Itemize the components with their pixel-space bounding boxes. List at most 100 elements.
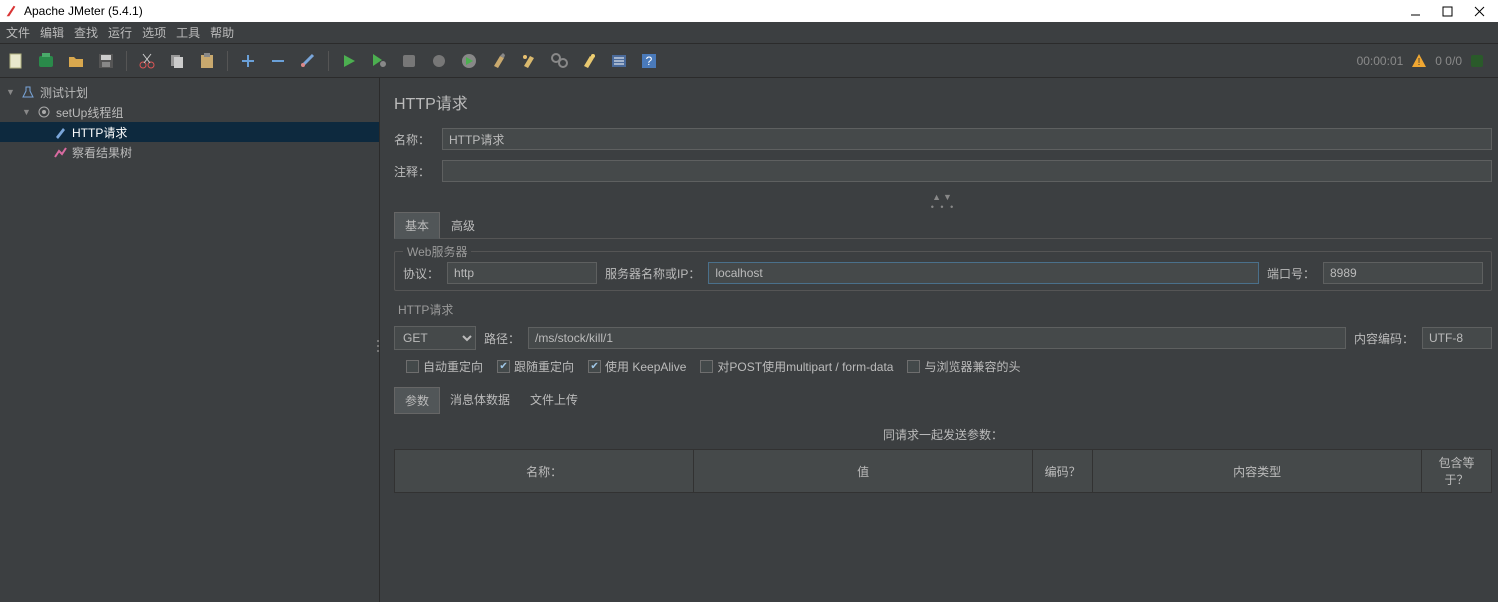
function-helper-icon[interactable] <box>607 49 631 73</box>
clear-icon[interactable] <box>487 49 511 73</box>
elapsed-time: 00:00:01 <box>1357 54 1404 68</box>
start-icon[interactable] <box>337 49 361 73</box>
subtab-upload[interactable]: 文件上传 <box>520 387 588 414</box>
tree-thread-group-label: setUp线程组 <box>56 104 123 121</box>
http-request-group: HTTP请求 GET 路径： 内容编码： 自动重定向 ✔跟随重定向 ✔使用 Ke… <box>394 301 1492 375</box>
remote-start-icon[interactable] <box>457 49 481 73</box>
tree-view-results[interactable]: 察看结果树 <box>0 142 379 162</box>
toolbar: ? 00:00:01 ! 0 0/0 <box>0 44 1498 78</box>
drag-handle[interactable]: • • • <box>394 202 1492 212</box>
tree-test-plan-label: 测试计划 <box>40 84 88 101</box>
svg-text:?: ? <box>646 54 653 68</box>
toggle-icon[interactable] <box>296 49 320 73</box>
menu-edit[interactable]: 编辑 <box>40 24 64 41</box>
menu-search[interactable]: 查找 <box>74 24 98 41</box>
web-server-group: Web服务器 协议： 服务器名称或IP： 端口号： <box>394 251 1492 291</box>
http-request-label: HTTP请求 <box>398 301 1492 318</box>
port-input[interactable] <box>1323 262 1483 284</box>
auto-redirect-checkbox[interactable]: 自动重定向 <box>406 358 483 375</box>
port-label: 端口号： <box>1267 265 1315 282</box>
config-tabs: 基本 高级 <box>394 212 1492 239</box>
server-input[interactable] <box>708 262 1259 284</box>
keepalive-checkbox[interactable]: ✔使用 KeepAlive <box>588 358 686 375</box>
titlebar: Apache JMeter (5.4.1) <box>0 0 1498 22</box>
warning-icon[interactable]: ! <box>1411 53 1427 69</box>
path-label: 路径： <box>484 330 520 347</box>
run-indicator-icon <box>1470 54 1484 68</box>
svg-text:!: ! <box>1418 57 1421 68</box>
web-server-label: Web服务器 <box>403 243 471 260</box>
collapse-handle[interactable]: ▲▼ <box>394 192 1492 202</box>
method-select[interactable]: GET <box>394 326 476 350</box>
path-input[interactable] <box>528 327 1346 349</box>
col-name[interactable]: 名称： <box>395 450 694 493</box>
save-icon[interactable] <box>94 49 118 73</box>
gear-icon <box>36 104 52 120</box>
minimize-button[interactable] <box>1408 4 1422 18</box>
expand-icon[interactable] <box>236 49 260 73</box>
menu-run[interactable]: 运行 <box>108 24 132 41</box>
menubar: 文件 编辑 查找 运行 选项 工具 帮助 <box>0 22 1498 44</box>
protocol-label: 协议： <box>403 265 439 282</box>
test-plan-tree[interactable]: ▼ 测试计划 ▼ setUp线程组 HTTP请求 察看结果树 <box>0 78 380 602</box>
name-input[interactable] <box>442 128 1492 150</box>
reset-search-icon[interactable] <box>577 49 601 73</box>
maximize-button[interactable] <box>1440 4 1454 18</box>
menu-file[interactable]: 文件 <box>6 24 30 41</box>
name-label: 名称： <box>394 131 434 148</box>
search-icon[interactable] <box>547 49 571 73</box>
menu-options[interactable]: 选项 <box>142 24 166 41</box>
copy-icon[interactable] <box>165 49 189 73</box>
splitter-handle[interactable] <box>376 340 380 360</box>
tree-view-results-label: 察看结果树 <box>72 144 132 161</box>
chevron-down-icon[interactable]: ▼ <box>6 87 16 97</box>
thread-counts: 0 0/0 <box>1435 54 1462 68</box>
stop-icon[interactable] <box>397 49 421 73</box>
menu-tools[interactable]: 工具 <box>176 24 200 41</box>
tree-test-plan[interactable]: ▼ 测试计划 <box>0 82 379 102</box>
col-encode[interactable]: 编码？ <box>1033 450 1093 493</box>
tab-advanced[interactable]: 高级 <box>440 212 486 238</box>
col-ctype[interactable]: 内容类型 <box>1093 450 1422 493</box>
start-no-pause-icon[interactable] <box>367 49 391 73</box>
cut-icon[interactable] <box>135 49 159 73</box>
params-title: 同请求一起发送参数： <box>394 426 1492 443</box>
editor-title: HTTP请求 <box>394 90 1492 114</box>
col-include[interactable]: 包含等于？ <box>1422 450 1492 493</box>
tree-thread-group[interactable]: ▼ setUp线程组 <box>0 102 379 122</box>
col-value[interactable]: 值 <box>694 450 1033 493</box>
comment-label: 注释： <box>394 163 434 180</box>
pipette-icon <box>52 124 68 140</box>
tree-http-request-label: HTTP请求 <box>72 124 127 141</box>
body-tabs: 参数 消息体数据 文件上传 <box>394 387 1492 414</box>
templates-icon[interactable] <box>34 49 58 73</box>
subtab-params[interactable]: 参数 <box>394 387 440 414</box>
protocol-input[interactable] <box>447 262 597 284</box>
chevron-down-icon[interactable]: ▼ <box>22 107 32 117</box>
paste-icon[interactable] <box>195 49 219 73</box>
app-icon <box>4 4 18 18</box>
params-table[interactable]: 名称： 值 编码？ 内容类型 包含等于？ <box>394 449 1492 493</box>
server-label: 服务器名称或IP： <box>605 265 700 282</box>
comment-input[interactable] <box>442 160 1492 182</box>
editor-panel: HTTP请求 名称： 注释： ▲▼ • • • 基本 高级 Web服务器 协议：… <box>380 78 1498 602</box>
menu-help[interactable]: 帮助 <box>210 24 234 41</box>
window-title: Apache JMeter (5.4.1) <box>24 4 1408 18</box>
clear-all-icon[interactable] <box>517 49 541 73</box>
close-button[interactable] <box>1472 4 1486 18</box>
beaker-icon <box>20 84 36 100</box>
follow-redirect-checkbox[interactable]: ✔跟随重定向 <box>497 358 574 375</box>
open-icon[interactable] <box>64 49 88 73</box>
browser-headers-checkbox[interactable]: 与浏览器兼容的头 <box>907 358 1020 375</box>
encoding-label: 内容编码： <box>1354 330 1414 347</box>
shutdown-icon[interactable] <box>427 49 451 73</box>
collapse-icon[interactable] <box>266 49 290 73</box>
subtab-body[interactable]: 消息体数据 <box>440 387 520 414</box>
tree-http-request[interactable]: HTTP请求 <box>0 122 379 142</box>
new-icon[interactable] <box>4 49 28 73</box>
encoding-input[interactable] <box>1422 327 1492 349</box>
tab-basic[interactable]: 基本 <box>394 212 440 239</box>
help-icon[interactable]: ? <box>637 49 661 73</box>
chart-icon <box>52 144 68 160</box>
multipart-checkbox[interactable]: 对POST使用multipart / form-data <box>700 358 893 375</box>
